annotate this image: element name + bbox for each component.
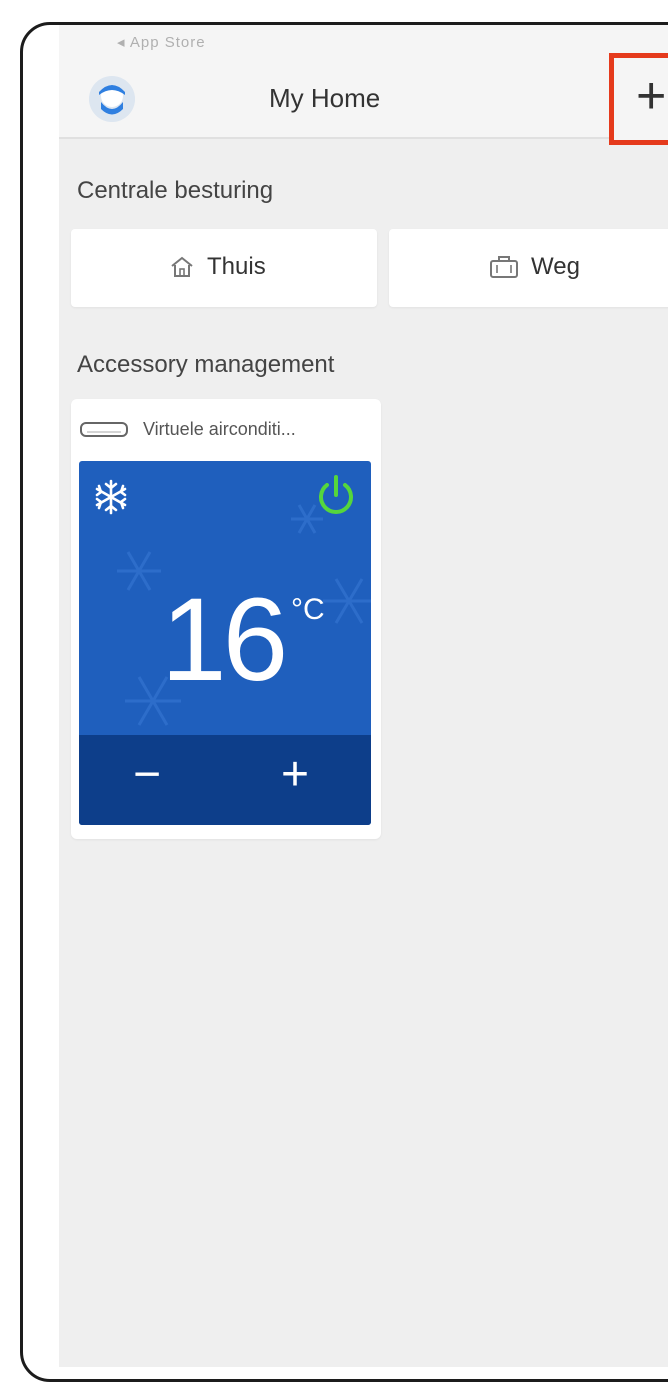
device-name: Virtuele airconditi... — [143, 419, 296, 439]
avatar[interactable] — [89, 76, 135, 122]
mode-label: Thuis — [207, 253, 266, 280]
mode-button-thuis[interactable]: Thuis — [71, 229, 377, 307]
device-card-air-conditioner[interactable]: Virtuele airconditi... 16 °C − + — [71, 399, 381, 839]
temperature-controls: − + — [79, 735, 371, 825]
avatar-icon — [89, 76, 135, 122]
device-name-row: Virtuele airconditi... — [79, 419, 296, 440]
temperature-value: 16 — [161, 574, 288, 706]
suitcase-icon — [490, 256, 518, 278]
power-icon[interactable] — [313, 473, 359, 519]
increase-temperature-button[interactable]: + — [281, 751, 309, 799]
status-bar-back-label[interactable]: ◂ App Store — [117, 33, 206, 51]
device-frame: ◂ App Store My Home + Centrale besturing — [20, 22, 668, 1382]
app-screen: ◂ App Store My Home + Centrale besturing — [59, 25, 668, 1367]
ac-control-panel[interactable]: 16 °C − + — [79, 461, 371, 825]
home-icon — [171, 256, 193, 277]
mode-label: Weg — [531, 253, 580, 280]
temperature-unit: °C — [291, 593, 325, 626]
accessory-management-heading: Accessory management — [77, 351, 335, 378]
central-control-heading: Centrale besturing — [77, 177, 274, 204]
plus-icon: + — [636, 67, 667, 125]
page-title: My Home — [269, 83, 381, 113]
header-bar: ◂ App Store My Home + — [59, 25, 668, 145]
air-conditioner-icon — [80, 421, 128, 437]
mode-button-weg[interactable]: Weg — [389, 229, 668, 307]
decrease-temperature-button[interactable]: − — [133, 751, 161, 799]
snowflake-icon — [95, 479, 127, 515]
add-button[interactable]: + — [609, 53, 668, 145]
